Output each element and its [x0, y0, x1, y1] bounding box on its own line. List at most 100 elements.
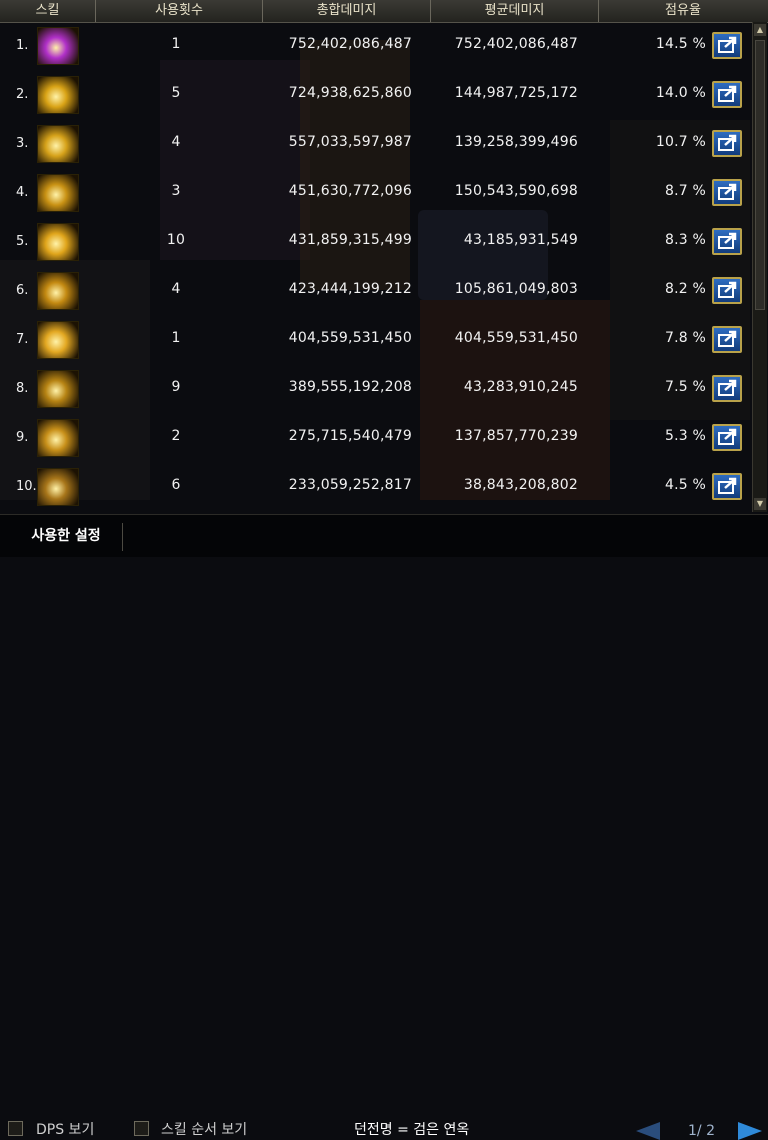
skill-order-checkbox[interactable] [134, 1121, 149, 1136]
share-arrow-icon [718, 330, 737, 347]
share-button[interactable] [712, 130, 742, 157]
uses-count: 4 [171, 134, 181, 150]
avg-damage: 43,283,910,245 [463, 379, 578, 395]
header-avg-damage: 평균데미지 [431, 0, 599, 22]
scroll-up-icon[interactable]: ▲ [754, 24, 766, 36]
rank-label: 7. [16, 332, 29, 347]
header-skill: 스킬 [0, 0, 96, 22]
share-arrow-icon [718, 379, 737, 396]
share-arrow-icon [718, 183, 737, 200]
scroll-thumb[interactable] [755, 40, 765, 310]
share-percent: 7.8 % [664, 330, 706, 346]
prev-page-icon[interactable] [636, 1122, 660, 1140]
uses-count: 2 [171, 428, 181, 444]
uses-count: 6 [171, 477, 181, 493]
avg-damage: 150,543,590,698 [454, 183, 578, 199]
share-percent: 14.0 % [655, 85, 706, 101]
share-button[interactable] [712, 179, 742, 206]
skill-icon [37, 27, 79, 65]
rank-label: 4. [16, 185, 29, 200]
tab-used-settings[interactable]: 사용한 설정 [10, 523, 123, 551]
uses-count: 1 [171, 330, 181, 346]
table-row: 4. 3 451,630,772,096 150,543,590,698 8.7… [0, 169, 752, 218]
avg-damage: 105,861,049,803 [454, 281, 578, 297]
share-arrow-icon [718, 85, 737, 102]
total-damage: 451,630,772,096 [288, 183, 412, 199]
share-percent: 8.3 % [664, 232, 706, 248]
skill-icon [37, 125, 79, 163]
avg-damage: 137,857,770,239 [454, 428, 578, 444]
avg-damage: 144,987,725,172 [454, 85, 578, 101]
share-percent: 4.5 % [664, 477, 706, 493]
uses-count: 1 [171, 36, 181, 52]
skill-icon [37, 321, 79, 359]
dps-view-checkbox[interactable] [8, 1121, 23, 1136]
footer: DPS 보기 스킬 순서 보기 던전명 = 검은 연옥 1/ 2 [0, 556, 768, 1140]
avg-damage: 43,185,931,549 [463, 232, 578, 248]
total-damage: 431,859,315,499 [288, 232, 412, 248]
total-damage: 423,444,199,212 [288, 281, 412, 297]
rank-label: 1. [16, 38, 29, 53]
header-total-damage: 총합데미지 [263, 0, 431, 22]
share-button[interactable] [712, 424, 742, 451]
skill-icon [37, 223, 79, 261]
share-button[interactable] [712, 473, 742, 500]
total-damage: 752,402,086,487 [288, 36, 412, 52]
total-damage: 389,555,192,208 [288, 379, 412, 395]
table-header: 스킬 사용횟수 총합데미지 평균데미지 점유율 [0, 0, 768, 23]
skill-icon [37, 468, 79, 506]
uses-count: 5 [171, 85, 181, 101]
share-button[interactable] [712, 277, 742, 304]
uses-count: 3 [171, 183, 181, 199]
header-share: 점유율 [665, 3, 701, 18]
page-indicator: 1/ 2 [688, 1123, 715, 1139]
rank-label: 5. [16, 234, 29, 249]
table-row: 5. 10 431,859,315,499 43,185,931,549 8.3… [0, 218, 752, 267]
share-button[interactable] [712, 228, 742, 255]
skill-icon [37, 370, 79, 408]
share-button[interactable] [712, 326, 742, 353]
dps-view-label: DPS 보기 [36, 1122, 95, 1138]
uses-count: 9 [171, 379, 181, 395]
table-row: 3. 4 557,033,597,987 139,258,399,496 10.… [0, 120, 752, 169]
rank-label: 8. [16, 381, 29, 396]
scroll-down-icon[interactable]: ▼ [754, 498, 766, 510]
skill-icon [37, 174, 79, 212]
table-row: 7. 1 404,559,531,450 404,559,531,450 7.8… [0, 316, 752, 365]
next-page-icon[interactable] [738, 1122, 762, 1140]
share-arrow-icon [718, 428, 737, 445]
avg-damage: 752,402,086,487 [454, 36, 578, 52]
rank-label: 9. [16, 430, 29, 445]
share-button[interactable] [712, 32, 742, 59]
avg-damage: 404,559,531,450 [454, 330, 578, 346]
share-percent: 5.3 % [664, 428, 706, 444]
rank-label: 3. [16, 136, 29, 151]
table-row: 10. 6 233,059,252,817 38,843,208,802 4.5… [0, 463, 752, 512]
total-damage: 404,559,531,450 [288, 330, 412, 346]
share-button[interactable] [712, 81, 742, 108]
table-row: 1. 1 752,402,086,487 752,402,086,487 14.… [0, 22, 752, 71]
rank-label: 6. [16, 283, 29, 298]
share-percent: 7.5 % [664, 379, 706, 395]
total-damage: 724,938,625,860 [288, 85, 412, 101]
skill-order-label: 스킬 순서 보기 [161, 1122, 248, 1138]
share-button[interactable] [712, 375, 742, 402]
header-uses: 사용횟수 [96, 0, 263, 22]
settings-bar: 사용한 설정 [0, 514, 768, 557]
share-arrow-icon [718, 477, 737, 494]
scrollbar[interactable]: ▲ ▼ [752, 22, 767, 512]
rank-label: 10. [16, 479, 37, 494]
avg-damage: 139,258,399,496 [454, 134, 578, 150]
share-percent: 14.5 % [655, 36, 706, 52]
table-row: 6. 4 423,444,199,212 105,861,049,803 8.2… [0, 267, 752, 316]
skill-icon [37, 419, 79, 457]
avg-damage: 38,843,208,802 [463, 477, 578, 493]
share-arrow-icon [718, 281, 737, 298]
skill-icon [37, 272, 79, 310]
total-damage: 557,033,597,987 [288, 134, 412, 150]
uses-count: 4 [171, 281, 181, 297]
rank-label: 2. [16, 87, 29, 102]
table-row: 8. 9 389,555,192,208 43,283,910,245 7.5 … [0, 365, 752, 414]
share-percent: 8.2 % [664, 281, 706, 297]
uses-count: 10 [166, 232, 186, 248]
